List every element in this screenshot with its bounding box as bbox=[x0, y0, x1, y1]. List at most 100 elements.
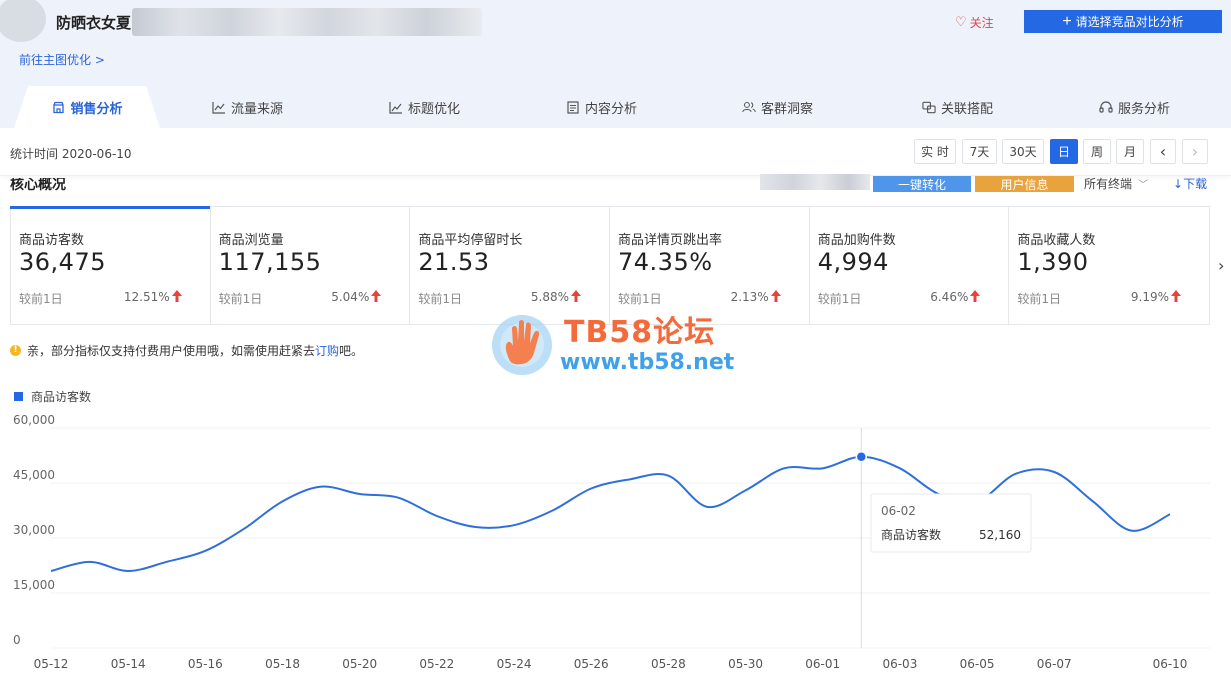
product-title: 防晒衣女夏 bbox=[56, 14, 132, 32]
watermark: TB58论坛 www.tb58.net bbox=[488, 305, 748, 385]
tab-label: 标题优化 bbox=[408, 101, 461, 117]
download-link[interactable]: ↓下载 bbox=[1173, 175, 1207, 192]
link-icon bbox=[922, 100, 936, 114]
tab-service-analysis[interactable]: 服务分析 bbox=[1099, 86, 1170, 128]
date-prev-button[interactable]: ‹ bbox=[1150, 139, 1176, 164]
tab-label: 流量来源 bbox=[231, 101, 284, 117]
y-tick-label: 60,000 bbox=[13, 413, 55, 427]
x-tick-label: 06-10 bbox=[1153, 657, 1188, 671]
y-tick-label: 0 bbox=[13, 633, 21, 647]
time-month-button[interactable]: 月 bbox=[1116, 139, 1144, 164]
x-tick-label: 05-30 bbox=[728, 657, 763, 671]
metric-card-pageviews[interactable]: 商品浏览量 117,155 较前1日 5.04% bbox=[211, 207, 411, 324]
header-area: 防晒衣女夏 ♡ 关注 + 请选择竞品对比分析 前往主图优化 > 销售分析 流量来… bbox=[0, 0, 1231, 128]
x-tick-label: 05-16 bbox=[188, 657, 223, 671]
metric-compare: 较前1日 bbox=[218, 292, 263, 306]
metric-card-cart-adds[interactable]: 商品加购件数 4,994 较前1日 6.46% bbox=[810, 207, 1010, 324]
y-tick-label: 15,000 bbox=[13, 578, 55, 592]
info-icon: ! bbox=[10, 345, 21, 356]
metric-value: 4,994 bbox=[817, 248, 889, 276]
arrow-up-icon bbox=[770, 290, 781, 302]
heart-icon: ♡ bbox=[955, 15, 967, 30]
x-tick-label: 06-07 bbox=[1037, 657, 1072, 671]
device-select[interactable]: 所有终端 ﹀ bbox=[1084, 175, 1148, 192]
metric-value: 74.35% bbox=[618, 248, 713, 276]
metric-label: 商品加购件数 bbox=[817, 233, 896, 248]
metric-pct: 12.51% bbox=[123, 290, 170, 304]
tab-audience-insight[interactable]: 客群洞察 bbox=[742, 86, 813, 128]
metric-label: 商品详情页跳出率 bbox=[618, 233, 723, 248]
store-icon bbox=[51, 100, 65, 114]
plus-icon: + bbox=[1062, 12, 1072, 30]
x-tick-label: 05-14 bbox=[111, 657, 146, 671]
metric-label: 商品收藏人数 bbox=[1017, 233, 1096, 248]
cards-next-arrow[interactable]: › bbox=[1218, 256, 1224, 275]
metric-pct: 6.46% bbox=[930, 290, 969, 304]
arrow-up-icon bbox=[970, 290, 981, 302]
x-tick-label: 05-18 bbox=[265, 657, 300, 671]
compare-label: 请选择竞品对比分析 bbox=[1075, 15, 1184, 29]
x-tick-label: 05-12 bbox=[34, 657, 69, 671]
visitors-line-chart: 60,000 45,000 30,000 15,000 0 05-12 05-14 05-16… bbox=[13, 413, 1210, 671]
y-tick-label: 45,000 bbox=[13, 468, 55, 482]
x-tick-label: 05-24 bbox=[497, 657, 532, 671]
tab-title-optimize[interactable]: 标题优化 bbox=[389, 86, 460, 128]
metric-label: 商品访客数 bbox=[19, 233, 85, 248]
device-select-value: 所有终端 bbox=[1084, 177, 1133, 191]
notice-text: 亲，部分指标仅支持付费用户使用哦，如需使用赶紧去订购吧。 bbox=[27, 344, 364, 358]
x-tick-label: 05-26 bbox=[574, 657, 609, 671]
download-icon: ↓ bbox=[1173, 177, 1184, 191]
users-icon bbox=[742, 100, 756, 114]
tooltip-date: 06-02 bbox=[881, 504, 916, 518]
time-day-button[interactable]: 日 bbox=[1050, 139, 1078, 164]
date-next-button[interactable]: › bbox=[1182, 139, 1208, 164]
tab-traffic-source[interactable]: 流量来源 bbox=[212, 86, 283, 128]
tooltip-box bbox=[870, 493, 1032, 553]
tab-sales-analysis[interactable]: 销售分析 bbox=[14, 86, 160, 128]
arrow-up-icon bbox=[371, 290, 382, 302]
title-blur-mask bbox=[132, 8, 482, 36]
metric-pct: 5.88% bbox=[530, 290, 570, 304]
one-click-convert-button[interactable]: 一键转化 bbox=[873, 176, 971, 192]
document-icon bbox=[566, 100, 580, 114]
time-7days-button[interactable]: 7天 bbox=[962, 139, 997, 164]
metric-label: 商品平均停留时长 bbox=[418, 233, 523, 248]
blur-mask bbox=[760, 174, 870, 190]
tab-content-analysis[interactable]: 内容分析 bbox=[566, 86, 637, 128]
x-tick-label: 06-01 bbox=[805, 657, 840, 671]
tab-related-match[interactable]: 关联搭配 bbox=[922, 86, 993, 128]
metric-pct: 5.04% bbox=[331, 290, 370, 304]
stat-date: 统计时间 2020-06-10 bbox=[10, 147, 132, 161]
time-realtime-button[interactable]: 实 时 bbox=[914, 139, 956, 164]
subscribe-link[interactable]: 订购 bbox=[315, 344, 339, 358]
highlight-point bbox=[855, 450, 868, 463]
metric-card-favorites[interactable]: 商品收藏人数 1,390 较前1日 9.19% bbox=[1009, 207, 1209, 324]
line-chart-icon bbox=[212, 100, 226, 114]
paid-notice: ! 亲，部分指标仅支持付费用户使用哦，如需使用赶紧去订购吧。 bbox=[10, 342, 363, 359]
goto-main-image-link[interactable]: 前往主图优化 > bbox=[19, 51, 105, 68]
compare-competitor-button[interactable]: + 请选择竞品对比分析 bbox=[1024, 10, 1222, 33]
metric-pct: 9.19% bbox=[1130, 290, 1170, 304]
follow-button[interactable]: ♡ 关注 bbox=[955, 14, 994, 31]
time-week-button[interactable]: 周 bbox=[1083, 139, 1111, 164]
hand-logo-icon bbox=[492, 315, 552, 375]
tooltip-value: 52,160 bbox=[979, 528, 1021, 542]
follow-label: 关注 bbox=[969, 16, 994, 30]
time-bar: 统计时间 2020-06-10 实 时 7天 30天 日 周 月 ‹ › bbox=[0, 128, 1231, 176]
metric-compare: 较前1日 bbox=[418, 292, 462, 306]
user-info-button[interactable]: 用户信息 bbox=[975, 176, 1074, 192]
analysis-tabs: 销售分析 流量来源 标题优化 内容分析 客群洞察 关联搭配 服务分析 bbox=[0, 86, 1231, 128]
watermark-line1: TB58论坛 bbox=[564, 315, 716, 350]
y-tick-label: 30,000 bbox=[13, 523, 55, 537]
time-30days-button[interactable]: 30天 bbox=[1002, 139, 1044, 164]
tab-label: 关联搭配 bbox=[941, 101, 994, 117]
arrow-up-icon bbox=[171, 290, 182, 302]
tab-label: 客群洞察 bbox=[761, 101, 814, 117]
download-label: 下载 bbox=[1183, 177, 1208, 191]
watermark-line2: www.tb58.net bbox=[560, 350, 735, 375]
metric-card-visitors[interactable]: 商品访客数 36,475 较前1日 12.51% bbox=[10, 206, 211, 324]
product-thumbnail[interactable] bbox=[0, 0, 46, 42]
metric-compare: 较前1日 bbox=[1017, 292, 1061, 306]
x-tick-label: 05-20 bbox=[342, 657, 377, 671]
tab-label: 服务分析 bbox=[1118, 101, 1171, 117]
